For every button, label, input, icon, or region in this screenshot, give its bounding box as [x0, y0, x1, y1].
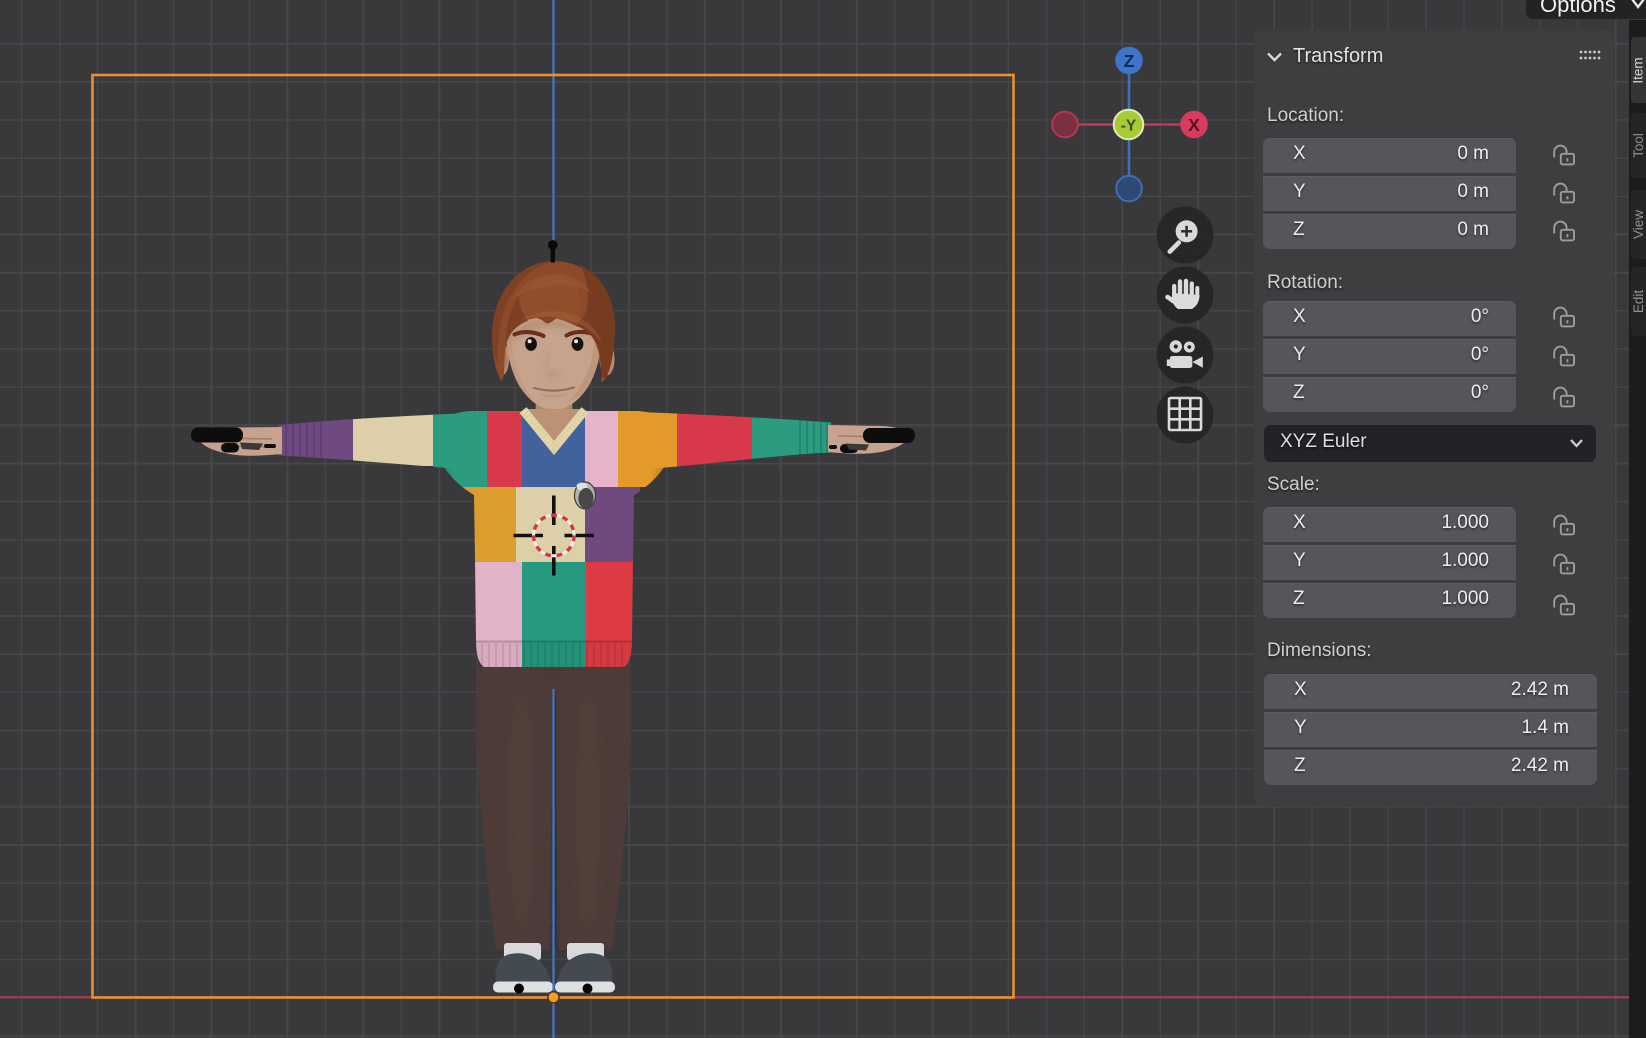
svg-text:-Y: -Y — [1121, 118, 1137, 135]
svg-text:Z: Z — [1124, 51, 1135, 71]
svg-text:X: X — [1188, 115, 1200, 135]
